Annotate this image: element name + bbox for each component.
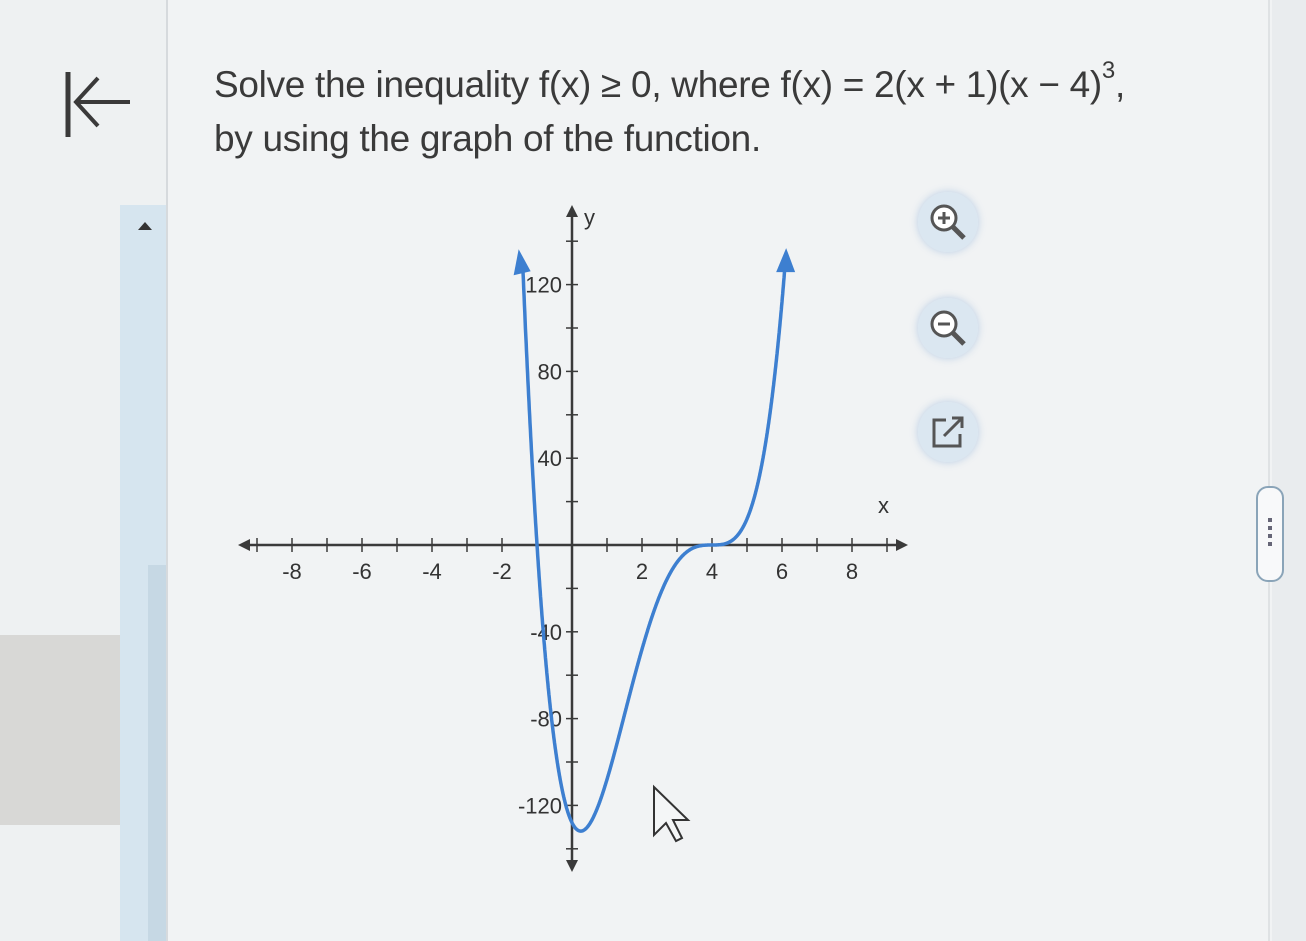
x-tick-label: -6 bbox=[352, 559, 372, 584]
right-divider bbox=[1268, 0, 1270, 941]
x-tick-label: 2 bbox=[636, 559, 648, 584]
left-rail bbox=[0, 0, 186, 941]
x-axis-arrow-left bbox=[238, 539, 250, 551]
y-tick-label: 120 bbox=[525, 273, 562, 298]
y-tick-label: -40 bbox=[530, 620, 562, 645]
question-text: Solve the inequality f(x) ≥ 0, where f(x… bbox=[214, 50, 1214, 166]
x-tick-label: 6 bbox=[776, 559, 788, 584]
y-tick-label: 40 bbox=[538, 446, 562, 471]
open-graph-window-button[interactable] bbox=[918, 402, 978, 462]
zoom-in-icon bbox=[930, 204, 966, 240]
exponent: 3 bbox=[1101, 57, 1115, 84]
y-axis-arrow-up bbox=[566, 205, 578, 217]
mouse-cursor-icon bbox=[653, 784, 691, 843]
y-axis-arrow-down bbox=[566, 860, 578, 872]
x-tick-label: 8 bbox=[846, 559, 858, 584]
x-tick-label: -2 bbox=[492, 559, 512, 584]
back-to-start-button[interactable] bbox=[58, 62, 138, 142]
y-tick-label: 80 bbox=[538, 359, 562, 384]
y-tick-label: -120 bbox=[518, 793, 562, 818]
zoom-out-button[interactable] bbox=[918, 298, 978, 358]
external-link-icon bbox=[932, 416, 964, 448]
back-to-start-icon bbox=[65, 72, 130, 137]
caret-up-icon[interactable] bbox=[138, 222, 152, 230]
curve-arrow-left bbox=[513, 249, 531, 276]
panel-resize-handle[interactable] bbox=[1256, 486, 1284, 582]
question-line-2: by using the graph of the function. bbox=[214, 118, 761, 160]
zoom-in-button[interactable] bbox=[918, 192, 978, 252]
grip-dots-icon bbox=[1268, 518, 1272, 548]
curve-arrow-right bbox=[776, 248, 796, 273]
zoom-out-icon bbox=[930, 310, 966, 346]
question-line-1: Solve the inequality f(x) ≥ 0, where f(x… bbox=[214, 57, 1125, 106]
function-graph[interactable]: -8 -6 -4 -2 2 4 6 8 120 80 40 -40 -80 -120 x y bbox=[236, 195, 916, 885]
y-tick-label: -80 bbox=[530, 707, 562, 732]
x-axis-arrow-right bbox=[896, 539, 908, 551]
x-axis-label: x bbox=[878, 493, 889, 518]
x-tick-label: 4 bbox=[706, 559, 718, 584]
x-tick-label: -4 bbox=[422, 559, 442, 584]
function-curve bbox=[520, 263, 787, 833]
y-axis-label: y bbox=[584, 205, 595, 230]
x-tick-label: -8 bbox=[282, 559, 302, 584]
